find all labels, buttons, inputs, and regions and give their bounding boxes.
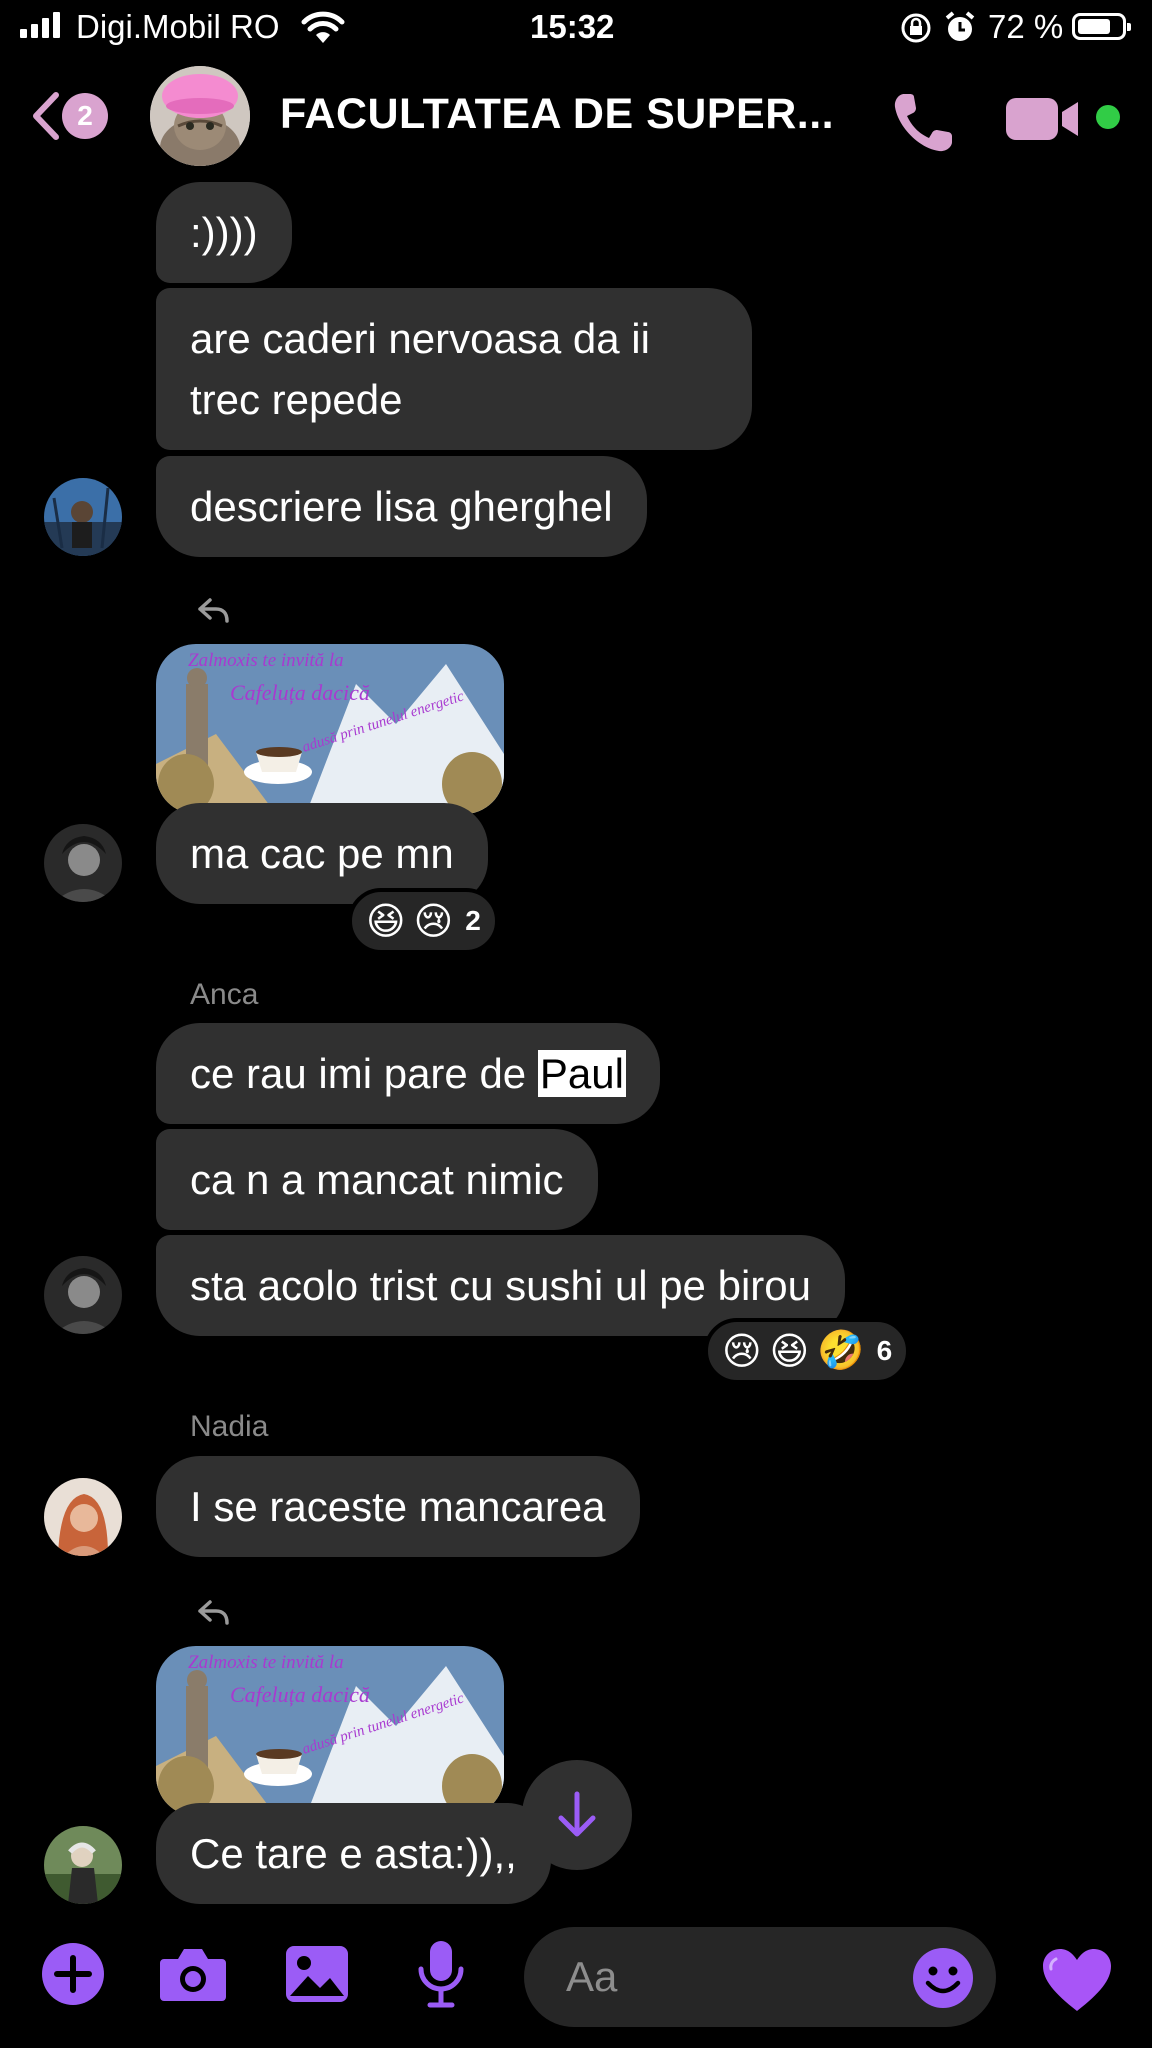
microphone-icon bbox=[418, 1941, 464, 2008]
carrier-name: Digi.Mobil RO bbox=[76, 8, 280, 45]
battery-icon bbox=[1072, 13, 1131, 40]
message-text: ce rau imi pare de bbox=[190, 1050, 538, 1097]
image-caption: Cafeluța dacică bbox=[230, 680, 370, 705]
message-text: ca n a mancat nimic bbox=[190, 1156, 564, 1203]
arrow-down-icon bbox=[558, 1791, 596, 1837]
sender-name: Anca bbox=[190, 978, 259, 1011]
wifi-icon bbox=[300, 10, 346, 49]
reaction-emoji: 😆 bbox=[366, 900, 406, 943]
message-text: sta acolo trist cu sushi ul pe birou bbox=[190, 1262, 811, 1309]
battery-percentage: 72 % bbox=[988, 8, 1064, 45]
voice-message-button[interactable] bbox=[406, 1939, 476, 2009]
reaction-emoji: 😢 bbox=[413, 900, 454, 943]
phone-icon bbox=[894, 94, 952, 152]
conversation-title[interactable]: FACULTATEA DE SUPER... bbox=[280, 90, 834, 139]
message-text: are caderi nervoasa da ii bbox=[190, 315, 650, 362]
avatar[interactable] bbox=[44, 824, 122, 902]
message-bubble[interactable]: :)))) bbox=[156, 182, 292, 283]
avatar[interactable] bbox=[44, 1826, 122, 1904]
avatar[interactable] bbox=[44, 1256, 122, 1334]
conversation-header: 2 FACULTATEA DE SUPER... bbox=[0, 58, 1152, 178]
reaction-count: 2 bbox=[465, 905, 481, 936]
rotation-lock-icon bbox=[900, 12, 932, 49]
clock: 15:32 bbox=[530, 8, 615, 45]
message-bubble[interactable]: ca n a mancat nimic bbox=[156, 1129, 598, 1230]
heart-icon bbox=[1043, 1949, 1111, 2011]
video-call-button[interactable] bbox=[1004, 96, 1082, 147]
back-button[interactable]: 2 bbox=[30, 88, 120, 144]
status-bar: Digi.Mobil RO 15:32 72 % bbox=[0, 0, 1152, 58]
image-icon bbox=[286, 1946, 348, 2002]
message-bubble[interactable]: descriere lisa gherghel bbox=[156, 456, 647, 557]
emoji-button[interactable] bbox=[912, 1947, 974, 2009]
message-reactions[interactable]: 😆 😢 2 bbox=[348, 888, 499, 954]
highlighted-text: Paul bbox=[537, 1050, 626, 1097]
message-text: descriere lisa gherghel bbox=[190, 483, 613, 530]
message-text: Ce tare e asta:)),, bbox=[190, 1830, 517, 1877]
message-bubble[interactable]: ce rau imi pare de Paul bbox=[156, 1023, 660, 1124]
message-bubble[interactable]: Ce tare e asta:)),, bbox=[156, 1803, 551, 1904]
smiley-icon bbox=[913, 1948, 973, 2008]
image-caption: Zalmoxis te invită la bbox=[188, 1652, 344, 1673]
image-caption: Zalmoxis te invită la bbox=[188, 650, 344, 671]
chevron-left-icon bbox=[33, 92, 59, 140]
message-text: :)))) bbox=[190, 209, 258, 256]
alarm-icon bbox=[944, 10, 976, 49]
send-heart-button[interactable] bbox=[1040, 1947, 1114, 2018]
unread-count-badge: 2 bbox=[62, 93, 108, 139]
video-camera-icon bbox=[1006, 98, 1078, 140]
camera-icon bbox=[160, 1949, 226, 2001]
online-status-dot bbox=[1096, 105, 1120, 129]
avatar[interactable] bbox=[44, 478, 122, 556]
reaction-emoji: 😢 bbox=[722, 1330, 762, 1373]
message-composer bbox=[0, 1905, 1152, 2048]
shared-image[interactable]: Zalmoxis te invită la Cafeluța dacică ad… bbox=[156, 1646, 504, 1816]
cellular-signal-icon bbox=[20, 12, 60, 38]
reply-icon bbox=[196, 1598, 230, 1631]
reply-icon bbox=[196, 596, 230, 629]
add-attachment-button[interactable] bbox=[38, 1939, 108, 2009]
message-reactions[interactable]: 😢 😆 🤣 6 bbox=[704, 1318, 911, 1384]
group-avatar[interactable] bbox=[150, 66, 250, 166]
sender-name: Nadia bbox=[190, 1410, 269, 1443]
message-text: ma cac pe mn bbox=[190, 830, 454, 877]
message-input-container bbox=[524, 1927, 996, 2027]
plus-circle-icon bbox=[42, 1943, 104, 2005]
message-input[interactable] bbox=[564, 1951, 908, 2003]
audio-call-button[interactable] bbox=[890, 90, 956, 161]
message-text: trec repede bbox=[190, 376, 403, 423]
message-bubble[interactable]: are caderi nervoasa da ii trec repede bbox=[156, 288, 752, 450]
avatar[interactable] bbox=[44, 1478, 122, 1556]
shared-image[interactable]: Zalmoxis te invită la Cafeluța dacică ad… bbox=[156, 644, 504, 814]
reaction-emoji: 😆 bbox=[769, 1330, 810, 1373]
camera-button[interactable] bbox=[158, 1939, 228, 2009]
message-text: I se raceste mancarea bbox=[190, 1483, 606, 1530]
gallery-button[interactable] bbox=[282, 1939, 352, 2009]
message-bubble[interactable]: I se raceste mancarea bbox=[156, 1456, 640, 1557]
image-caption: Cafeluța dacică bbox=[230, 1682, 370, 1707]
reaction-count: 6 bbox=[876, 1335, 893, 1366]
reaction-emoji: 🤣 bbox=[817, 1330, 865, 1372]
scroll-to-bottom-button[interactable] bbox=[522, 1760, 632, 1870]
